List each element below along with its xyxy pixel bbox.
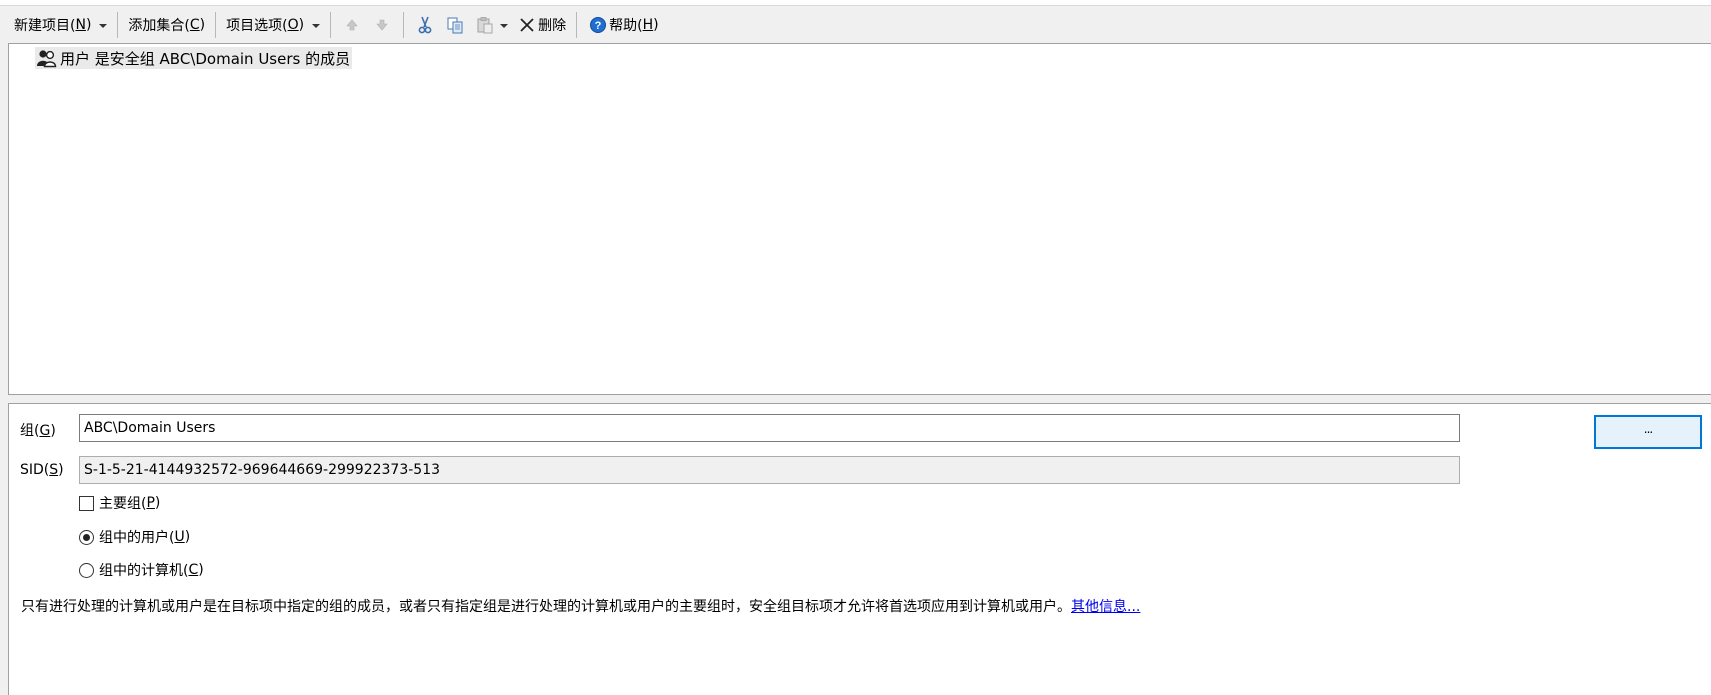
chevron-down-icon[interactable] — [312, 24, 321, 28]
help-icon: ? — [587, 14, 609, 36]
list-item-label: 用户 是安全组 ABC\Domain Users 的成员 — [60, 49, 351, 68]
browse-button-label: ... — [1643, 422, 1654, 436]
item-options-label-end: ) — [298, 17, 305, 33]
user-group-icon — [35, 47, 59, 69]
copy-button[interactable] — [440, 11, 470, 39]
sid-label: SID(S) — [20, 462, 64, 478]
window: 新建项目(N) 添加集合(C) 项目选项(O) 删除 ? 帮助(H) … — [0, 0, 1711, 695]
sid-field[interactable]: S-1-5-21-4144932572-969644669-299922373-… — [79, 456, 1460, 484]
add-collection-label: 添加集合( — [128, 18, 190, 34]
window-top-strip — [0, 0, 1711, 6]
add-collection-accel: C — [189, 17, 200, 33]
sid-field-value: S-1-5-21-4144932572-969644669-299922373-… — [84, 462, 441, 478]
group-label-text: 组( — [20, 423, 40, 439]
toolbar-separator — [403, 12, 405, 38]
radio-selected[interactable] — [79, 529, 94, 545]
primary-group-accel: P — [146, 495, 155, 511]
computers-in-group-accel: C — [188, 562, 199, 578]
primary-group-checkbox[interactable]: 主要组(P) — [79, 493, 160, 513]
primary-group-label-end: ) — [154, 495, 161, 511]
group-input[interactable]: ABC\Domain Users — [79, 414, 1460, 442]
users-in-group-label-end: ) — [184, 529, 191, 545]
item-options-accel: O — [287, 17, 299, 33]
users-in-group-label: 组中的用户( — [99, 530, 175, 546]
paste-button[interactable] — [470, 11, 512, 39]
group-label-end: ) — [50, 423, 56, 439]
copy-icon — [444, 14, 466, 36]
item-options-button[interactable]: 项目选项(O) — [222, 11, 324, 39]
computers-in-group-label-end: ) — [198, 562, 204, 578]
toolbar-separator — [330, 12, 332, 38]
help-label-end: ) — [653, 17, 659, 33]
svg-text:?: ? — [595, 20, 602, 32]
users-in-group-accel: U — [174, 529, 185, 545]
pane-splitter[interactable] — [8, 396, 1711, 403]
paste-icon — [474, 14, 496, 36]
list-item[interactable]: 用户 是安全组 ABC\Domain Users 的成员 — [35, 47, 353, 69]
properties-pane: 组(G) ABC\Domain Users ... SID(S) S-1-5-2… — [8, 403, 1711, 695]
group-label: 组(G) — [20, 420, 56, 440]
toolbar-separator — [117, 12, 119, 38]
chevron-down-icon[interactable] — [99, 24, 108, 28]
chevron-down-icon[interactable] — [500, 24, 509, 28]
toolbar-separator — [576, 12, 578, 38]
new-item-label: 新建项目( — [14, 18, 76, 34]
close-icon — [516, 14, 538, 36]
checkbox-box[interactable] — [79, 495, 94, 511]
item-options-label: 项目选项( — [226, 18, 288, 34]
sid-label-text: SID( — [20, 462, 50, 478]
new-item-label-end: ) — [85, 17, 92, 33]
sid-label-accel: S — [49, 462, 59, 478]
computers-in-group-label: 组中的计算机( — [99, 563, 189, 579]
delete-label: 删除 — [538, 18, 567, 34]
browse-button[interactable]: ... — [1594, 415, 1702, 449]
toolbar: 新建项目(N) 添加集合(C) 项目选项(O) 删除 ? 帮助(H) — [0, 7, 1711, 43]
sid-label-end: ) — [58, 462, 64, 478]
help-label: 帮助( — [609, 18, 643, 34]
description-text: 只有进行处理的计算机或用户是在目标项中指定的组的成员，或者只有指定组是进行处理的… — [21, 596, 1140, 616]
description-body: 只有进行处理的计算机或用户是在目标项中指定的组的成员，或者只有指定组是进行处理的… — [21, 599, 1071, 615]
scissors-icon — [414, 14, 436, 36]
primary-group-label: 主要组( — [99, 496, 147, 512]
targeting-items-list[interactable]: 用户 是安全组 ABC\Domain Users 的成员 — [8, 43, 1711, 395]
group-label-accel: G — [39, 423, 51, 439]
new-item-accel: N — [75, 17, 86, 33]
arrow-up-icon — [341, 14, 363, 36]
add-collection-label-end: ) — [199, 17, 206, 33]
more-info-link[interactable]: 其他信息... — [1071, 599, 1140, 615]
add-collection-button[interactable]: 添加集合(C) — [124, 11, 209, 39]
toolbar-separator — [215, 12, 217, 38]
arrow-down-icon — [371, 14, 393, 36]
users-in-group-radio[interactable]: 组中的用户(U) — [79, 527, 190, 547]
delete-button[interactable]: 删除 — [512, 11, 570, 39]
move-down-button[interactable] — [367, 11, 397, 39]
move-up-button[interactable] — [337, 11, 367, 39]
help-accel: H — [642, 17, 654, 33]
computers-in-group-radio[interactable]: 组中的计算机(C) — [79, 560, 204, 580]
help-button[interactable]: ? 帮助(H) — [583, 11, 662, 39]
radio-unselected[interactable] — [79, 562, 94, 578]
new-item-button[interactable]: 新建项目(N) — [10, 11, 111, 39]
cut-button[interactable] — [410, 11, 440, 39]
group-input-value: ABC\Domain Users — [84, 420, 216, 436]
